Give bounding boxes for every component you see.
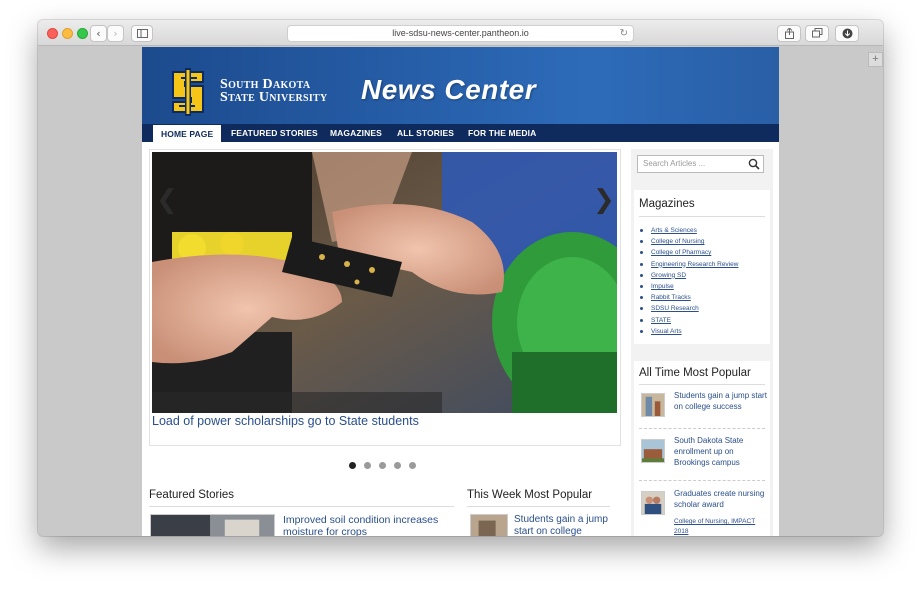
search-placeholder: Search Articles ...: [643, 159, 706, 168]
search-icon[interactable]: [748, 158, 760, 170]
forward-button[interactable]: ›: [107, 25, 124, 42]
divider: [639, 384, 765, 385]
tabs-icon: [811, 28, 822, 38]
week-popular-link[interactable]: Students gain a jump start on college su…: [514, 514, 614, 536]
site-title[interactable]: News Center: [361, 74, 536, 106]
magazine-link-growing-sd[interactable]: Growing SD: [640, 270, 738, 281]
slideshow-prev-icon[interactable]: ❮: [156, 185, 178, 215]
popular-tags[interactable]: College of Nursing, IMPACT 2018: [674, 517, 769, 536]
university-name-line2: State University: [220, 90, 328, 105]
divider: [639, 216, 765, 217]
magazine-link-arts-sciences[interactable]: Arts & Sciences: [640, 225, 738, 236]
slideshow-caption[interactable]: Load of power scholarships go to State s…: [152, 414, 419, 428]
zoom-window-button[interactable]: [77, 28, 88, 39]
divider: [639, 480, 765, 481]
slideshow-image[interactable]: [152, 152, 617, 413]
week-popular-thumbnail[interactable]: [470, 514, 508, 536]
magazine-link-visual-arts[interactable]: Visual Arts: [640, 326, 738, 337]
nav-all-stories[interactable]: ALL STORIES: [397, 124, 454, 142]
featured-story-thumbnail[interactable]: [150, 514, 275, 536]
main-nav: HOME PAGE FEATURED STORIES MAGAZINES ALL…: [142, 124, 779, 142]
share-icon: [784, 27, 794, 39]
magazines-heading: Magazines: [639, 198, 695, 210]
nav-for-the-media[interactable]: FOR THE MEDIA: [468, 124, 536, 142]
university-name[interactable]: South Dakota State University: [220, 78, 328, 105]
slideshow-pager: [349, 456, 424, 469]
share-button[interactable]: [777, 25, 801, 42]
divider: [149, 506, 454, 507]
featured-stories-heading: Featured Stories: [149, 489, 235, 501]
browser-toolbar: ‹ › live-sdsu-news-center.pantheon.io ↻: [38, 20, 883, 46]
all-time-popular-heading: All Time Most Popular: [639, 367, 751, 379]
popular-thumbnail[interactable]: [641, 491, 665, 515]
nav-featured-stories[interactable]: FEATURED STORIES: [231, 124, 318, 142]
popular-link[interactable]: South Dakota State enrollment up on Broo…: [674, 436, 769, 468]
minimize-window-button[interactable]: [62, 28, 73, 39]
slide-dot-4[interactable]: [394, 462, 401, 469]
magazine-link-sdsu-research[interactable]: SDSU Research: [640, 303, 738, 314]
nav-magazines[interactable]: MAGAZINES: [330, 124, 382, 142]
slideshow-next-icon[interactable]: ❯: [593, 185, 615, 215]
nav-home-page[interactable]: HOME PAGE: [153, 125, 222, 142]
magazine-link-rabbit-tracks[interactable]: Rabbit Tracks: [640, 292, 738, 303]
popular-thumbnail[interactable]: [641, 439, 665, 463]
web-page: South Dakota State University News Cente…: [142, 47, 779, 536]
slide-dot-2[interactable]: [364, 462, 371, 469]
popular-link[interactable]: Students gain a jump start on college su…: [674, 391, 769, 413]
magazine-link-state[interactable]: STATE: [640, 315, 738, 326]
magazines-list: Arts & Sciences College of Nursing Colle…: [640, 225, 738, 337]
divider: [467, 506, 610, 507]
slide-dot-3[interactable]: [379, 462, 386, 469]
new-tab-button[interactable]: +: [868, 52, 883, 67]
magazine-link-impulse[interactable]: Impulse: [640, 281, 738, 292]
divider: [639, 428, 765, 429]
sidebar-toggle-button[interactable]: [131, 25, 153, 42]
address-bar[interactable]: live-sdsu-news-center.pantheon.io ↻: [287, 25, 634, 42]
popular-thumbnail[interactable]: [641, 393, 665, 417]
url-text: live-sdsu-news-center.pantheon.io: [392, 28, 529, 38]
week-popular-heading: This Week Most Popular: [467, 489, 593, 501]
sdsu-logo-icon[interactable]: [163, 66, 213, 118]
slide-dot-5[interactable]: [409, 462, 416, 469]
featured-story-link[interactable]: Improved soil condition increases moistu…: [283, 514, 443, 536]
search-input[interactable]: Search Articles ...: [637, 155, 764, 173]
browser-window: ‹ › live-sdsu-news-center.pantheon.io ↻ …: [38, 20, 883, 536]
tabs-overview-button[interactable]: [805, 25, 829, 42]
download-icon: [842, 28, 852, 39]
popular-link[interactable]: Graduates create nursing scholar award: [674, 489, 769, 511]
back-button[interactable]: ‹: [90, 25, 107, 42]
magazine-link-engineering-research-review[interactable]: Engineering Research Review: [640, 259, 738, 270]
site-header: South Dakota State University News Cente…: [142, 47, 779, 124]
slide-dot-1[interactable]: [349, 462, 356, 469]
magazine-link-college-of-nursing[interactable]: College of Nursing: [640, 236, 738, 247]
reload-icon[interactable]: ↻: [620, 26, 628, 41]
sidebar-icon: [136, 29, 148, 38]
close-window-button[interactable]: [47, 28, 58, 39]
magazine-link-college-of-pharmacy[interactable]: College of Pharmacy: [640, 247, 738, 258]
downloads-button[interactable]: [835, 25, 859, 42]
